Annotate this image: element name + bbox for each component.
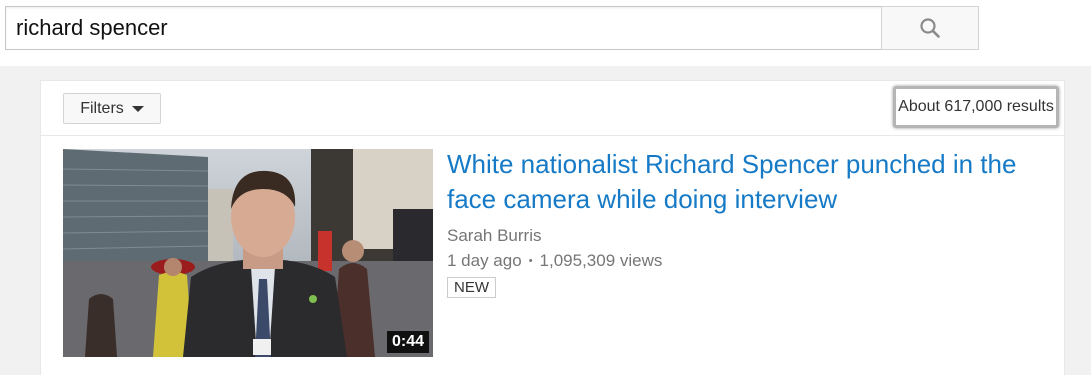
caret-down-icon — [131, 105, 144, 112]
top-bar — [0, 0, 1091, 66]
video-title-link[interactable]: White nationalist Richard Spencer punche… — [447, 147, 1057, 217]
search-button[interactable] — [881, 6, 979, 50]
video-duration: 0:44 — [386, 331, 429, 353]
search-input[interactable] — [5, 6, 883, 50]
results-panel: Filters About 617,000 results 0:44 White… — [40, 80, 1065, 375]
filters-label: Filters — [80, 99, 124, 117]
thumbnail-image — [63, 149, 433, 357]
video-thumbnail[interactable]: 0:44 — [63, 149, 433, 357]
new-badge: NEW — [447, 277, 496, 298]
filters-button[interactable]: Filters — [63, 93, 161, 124]
video-meta: 1 day ago • 1,095,309 views — [447, 251, 662, 271]
divider — [41, 135, 1064, 136]
meta-separator: • — [528, 255, 533, 267]
upload-age: 1 day ago — [447, 251, 522, 270]
search-icon — [920, 18, 940, 38]
view-count: 1,095,309 views — [539, 251, 663, 270]
channel-name-link[interactable]: Sarah Burris — [447, 226, 541, 246]
results-count: About 617,000 results — [893, 86, 1059, 128]
